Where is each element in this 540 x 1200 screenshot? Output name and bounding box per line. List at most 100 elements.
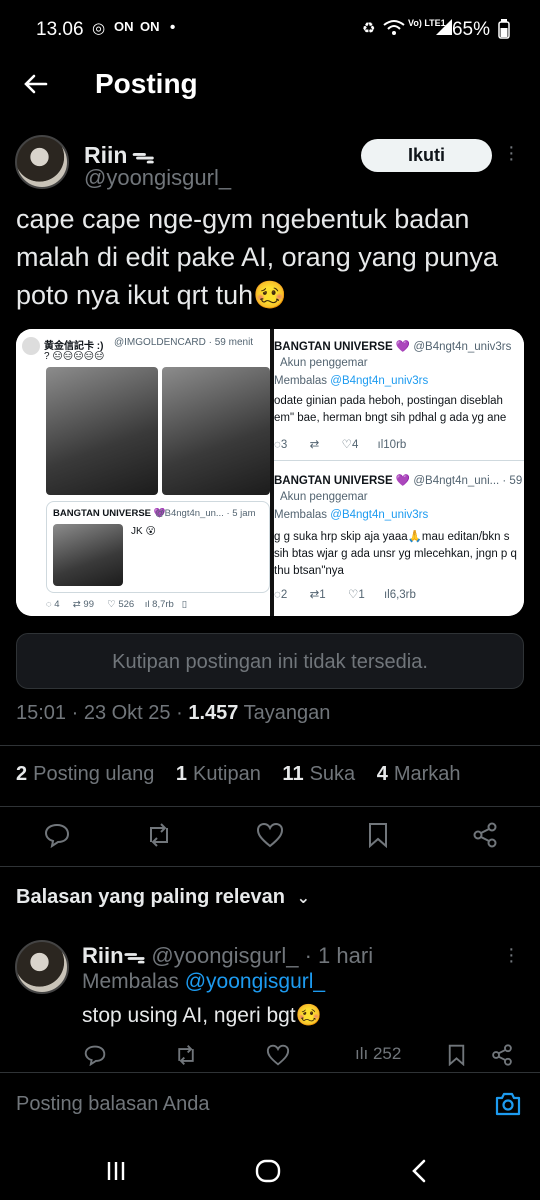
photo-thumbnail <box>53 524 123 586</box>
tweet-2-replying: Membalas @B4ngt4n_univ3rs <box>274 509 428 521</box>
views-count: 10rb <box>383 439 407 451</box>
more-options-icon[interactable]: · · · <box>508 939 515 971</box>
photo-thumbnail <box>162 367 270 495</box>
likes-count: 4 <box>351 439 359 451</box>
photo-thumbnail <box>46 367 158 495</box>
repost-icon: ⇄ <box>309 589 320 601</box>
camera-icon[interactable] <box>494 1091 522 1117</box>
quotes-label: Kutipan <box>193 763 261 785</box>
more-options-icon[interactable]: · · · <box>508 137 515 169</box>
recent-apps-icon[interactable] <box>105 1160 127 1182</box>
tweet-1-account: BANGTAN UNIVERSE 💜 <box>274 341 411 353</box>
media-image-left[interactable]: 黄金信記卡 :) @IMGOLDENCARD · 59 menit ? 😑😑😑😑… <box>16 329 270 616</box>
repost-icon[interactable] <box>145 822 173 848</box>
follow-button[interactable]: Ikuti <box>361 139 492 172</box>
reposts-stat[interactable]: 2 Posting ulang <box>16 763 154 785</box>
likes-stat[interactable]: 11 Suka <box>282 763 355 785</box>
chevron-down-icon: ⌄ <box>296 890 310 907</box>
likes-count: 11 <box>282 763 304 785</box>
reply-input[interactable]: Posting balasan Anda <box>16 1093 210 1116</box>
reply-to-handle: @B4ngt4n_univ3rs <box>330 509 429 521</box>
home-icon[interactable] <box>255 1159 281 1183</box>
share-icon[interactable] <box>491 1044 513 1066</box>
post-meta: 15:01 · 23 Okt 25 · 1.457 Tayangan <box>16 702 330 725</box>
divider <box>0 866 540 867</box>
repost-icon: ⇄ <box>309 439 320 451</box>
views-stat[interactable]: ılı 252 <box>355 1044 401 1064</box>
reposts-count: 2 <box>16 763 28 785</box>
ribbon-icon: ᯓ <box>123 943 146 968</box>
media-left-body: ? 😑😑😑😑😑 <box>44 351 105 362</box>
views-count: 1.457 <box>188 702 239 724</box>
tweet-2-account: BANGTAN UNIVERSE 💜 <box>274 475 411 487</box>
author-handle[interactable]: @yoongisgurl_ <box>84 165 231 191</box>
repost-icon: ⇄ <box>72 599 81 610</box>
media-left-handle: @IMGOLDENCARD · 59 menit <box>114 337 254 348</box>
replies-count: 3 <box>280 439 288 451</box>
like-icon: ♡ <box>107 599 116 610</box>
instagram-icon: ◎ <box>92 20 106 37</box>
views-icon: ılı <box>355 1044 369 1063</box>
views-count: 6,3rb <box>389 589 416 601</box>
top-bar: Posting <box>0 60 540 116</box>
reply-icon[interactable] <box>84 1044 106 1066</box>
views-label: Tayangan <box>243 702 331 724</box>
replying-prefix: Membalas <box>82 970 179 993</box>
avatar[interactable] <box>15 135 69 189</box>
signal-icon <box>436 19 452 35</box>
reply-icon[interactable] <box>44 822 70 848</box>
repost-icon[interactable] <box>174 1044 198 1066</box>
reply-author-handle[interactable]: @yoongisgurl_ <box>151 943 298 968</box>
quoted-text: JK 😮 <box>131 526 156 537</box>
media-left-account: 黄金信記卡 :) <box>44 341 104 352</box>
post-text: cape cape nge-gym ngebentuk badan malah … <box>16 204 498 310</box>
share-icon[interactable] <box>472 822 498 848</box>
media-image-right[interactable]: BANGTAN UNIVERSE 💜 @B4ngt4n_univ3rs Akun… <box>274 329 524 616</box>
tweet-1-header: BANGTAN UNIVERSE 💜 @B4ngt4n_univ3rs <box>274 339 511 353</box>
likes-count: 526 <box>118 599 135 610</box>
status-bar: 13.06 ◎ ON ON • ♻ Vo) LTE1 65% <box>0 0 540 60</box>
tweet-1-replying: Membalas @B4ngt4n_univ3rs <box>274 375 428 387</box>
avatar[interactable] <box>15 940 69 994</box>
reply-prefix: Membalas <box>274 509 328 521</box>
back-icon[interactable] <box>410 1158 428 1184</box>
reply-to-handle: @B4ngt4n_univ3rs <box>330 375 429 387</box>
bookmark-icon[interactable] <box>367 822 389 848</box>
post-timestamp: 15:01 · 23 Okt 25 · <box>16 702 189 724</box>
like-icon: ♡ <box>348 589 359 601</box>
like-icon[interactable] <box>266 1044 290 1066</box>
like-icon: ♡ <box>341 439 352 451</box>
likes-label: Suka <box>309 763 356 785</box>
reply-icon: ◌ <box>46 599 52 610</box>
reposts-label: Posting ulang <box>33 763 155 785</box>
avatar <box>22 337 40 355</box>
quoted-account: BANGTAN UNIVERSE 💜 <box>53 508 166 519</box>
battery-saver-icon: ♻ <box>362 20 376 37</box>
battery-icon <box>498 19 510 39</box>
quote-unavailable-box: Kutipan postingan ini tidak tersedia. <box>16 633 524 689</box>
tweet-2-handle: @B4ngt4n_uni... · 59 <box>413 475 523 487</box>
reply-author-name[interactable]: Riin <box>82 943 124 968</box>
replying-to-handle[interactable]: @yoongisgurl_ <box>185 970 325 993</box>
on-icon: ON <box>140 19 160 34</box>
wifi-icon <box>383 19 405 37</box>
bookmarks-label: Markah <box>393 763 461 785</box>
reply-replying-to: Membalas @yoongisgurl_ <box>82 970 325 994</box>
reply-composer: Posting balasan Anda <box>0 1072 540 1138</box>
tweet-2-text: g g suka hrp skip aja yaaa🙏mau editan/bk… <box>274 531 517 577</box>
bookmark-icon[interactable] <box>447 1044 466 1066</box>
replies-sort-dropdown[interactable]: Balasan yang paling relevan ⌄ <box>16 886 310 909</box>
quotes-stat[interactable]: 1 Kutipan <box>176 763 261 785</box>
divider <box>0 806 540 807</box>
reply-text: stop using AI, ngeri bgt🥴 <box>82 1004 322 1027</box>
system-nav-bar <box>0 1140 540 1200</box>
replies-count: 4 <box>54 599 60 610</box>
quoted-handle: @B4ngt4n_un... · 5 jam <box>155 508 256 519</box>
back-arrow-icon[interactable] <box>22 66 50 98</box>
media-left-metrics: ◌ 4 ⇄ 99 ♡ 526 ıl 8,7rb ▯ <box>46 599 270 610</box>
tweet-1-tag: Akun penggemar <box>280 357 368 369</box>
post-media[interactable]: 黄金信記卡 :) @IMGOLDENCARD · 59 menit ? 😑😑😑😑… <box>16 329 524 616</box>
like-icon[interactable] <box>256 822 284 848</box>
reposts-count: 1 <box>319 589 326 601</box>
bookmarks-stat[interactable]: 4 Markah <box>377 763 461 785</box>
